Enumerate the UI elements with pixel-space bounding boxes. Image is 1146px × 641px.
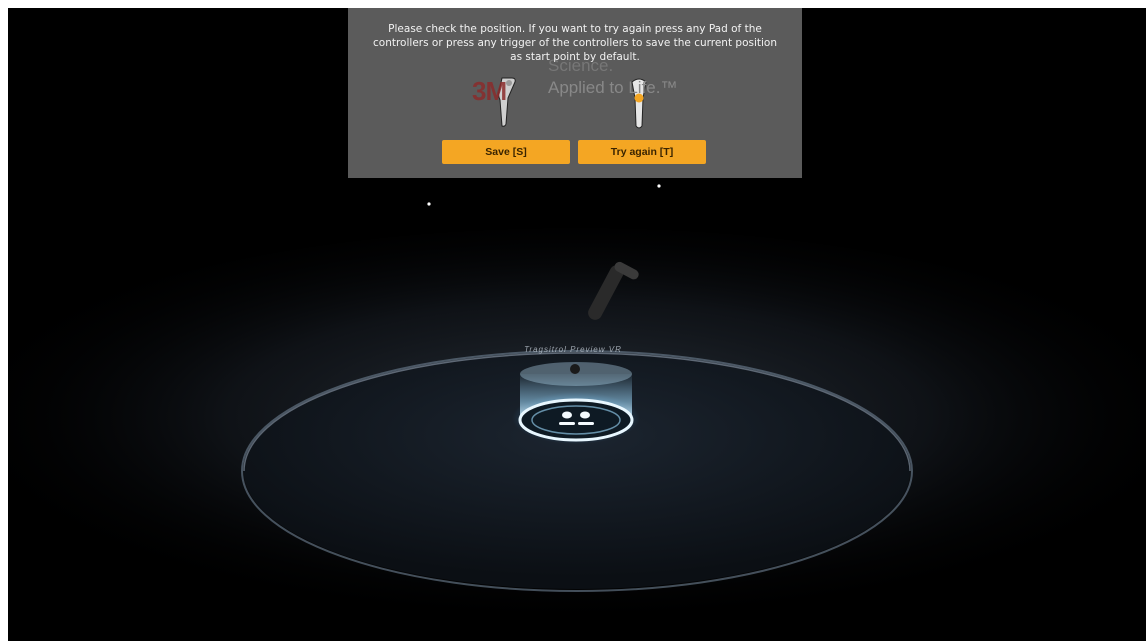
star [657, 184, 661, 188]
position-check-dialog: Please check the position. If you want t… [348, 8, 802, 178]
brand-logo: 3M [472, 76, 507, 106]
star [427, 202, 431, 206]
brand-tagline-line2: Applied to Life.™ [548, 78, 678, 97]
vr-viewport: Tragsitrol Preview VR Please check the p… [8, 8, 1146, 641]
save-button[interactable]: Save [S] [442, 140, 570, 164]
platform-label: Tragsitrol Preview VR [524, 345, 622, 354]
dialog-message: Please check the position. If you want t… [373, 23, 777, 63]
try-again-button[interactable]: Try again [T] [578, 140, 706, 164]
teleport-pad [512, 362, 640, 444]
